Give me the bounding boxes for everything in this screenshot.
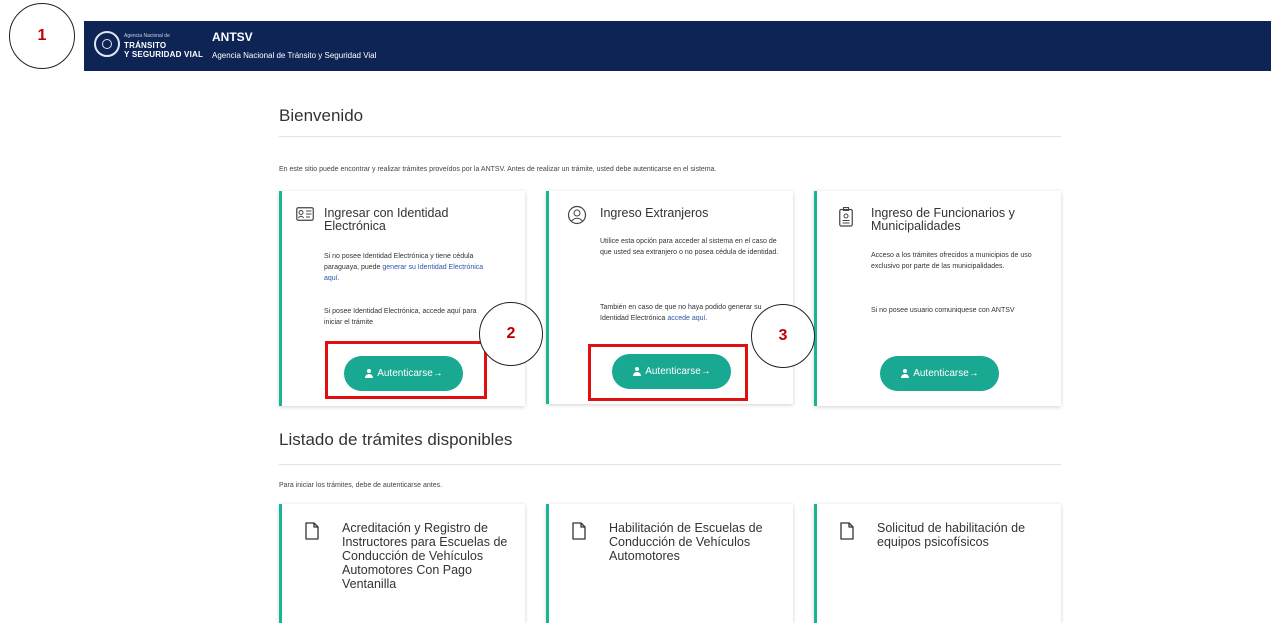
card-text-1: Si no posee Identidad Electrónica y tien… <box>324 251 496 284</box>
logo-line-1: TRÁNSITO <box>124 41 167 50</box>
user-icon <box>900 369 909 378</box>
badge-icon <box>839 207 853 227</box>
highlight-box-2 <box>325 341 487 399</box>
tramite-title: Acreditación y Registro de Instructores … <box>342 521 508 591</box>
authenticate-button-officials[interactable]: Autenticarse→ <box>880 356 999 391</box>
welcome-title: Bienvenido <box>279 106 364 125</box>
logo-small-text: Agencia Nacional de <box>124 33 170 39</box>
header-logo[interactable]: Agencia Nacional de TRÁNSITO Y SEGURIDAD… <box>124 32 203 59</box>
tramite-card-2[interactable]: Habilitación de Escuelas de Conducción d… <box>546 504 793 623</box>
welcome-intro: En este sitio puede encontrar y realizar… <box>279 166 717 173</box>
divider <box>279 136 1061 137</box>
card-text-1: Utilice esta opción para acceder al sist… <box>600 238 779 256</box>
card-title: Ingreso Extranjeros <box>600 206 709 220</box>
divider <box>279 464 1061 465</box>
tramite-title: Solicitud de habilitación de equipos psi… <box>877 521 1026 549</box>
card-text-1: Acceso a los trámites ofrecidos a munici… <box>871 252 1032 270</box>
tramite-title: Habilitación de Escuelas de Conducción d… <box>609 521 763 563</box>
tramite-card-1[interactable]: Acreditación y Registro de Instructores … <box>279 504 525 623</box>
seal-icon <box>94 31 120 57</box>
tramites-title: Listado de trámites disponibles <box>279 430 513 449</box>
id-card-icon <box>296 207 314 221</box>
header-subtitle: Agencia Nacional de Tránsito y Seguridad… <box>212 51 377 60</box>
card-text-2: Si no posee usuario comuniquese con ANTS… <box>871 307 1015 314</box>
header-bar: Agencia Nacional de TRÁNSITO Y SEGURIDAD… <box>84 21 1271 71</box>
card-text: . <box>705 315 708 322</box>
globe-user-icon <box>567 205 587 225</box>
card-text: . <box>337 275 340 282</box>
card-title: Ingresar con Identidad Electrónica <box>324 206 449 233</box>
callout-2: 2 <box>479 302 543 366</box>
callout-1: 1 <box>9 3 75 69</box>
button-label: Autenticarse→ <box>913 368 979 379</box>
card-text-2: Si posee Identidad Electrónica, accede a… <box>324 308 477 326</box>
tramite-card-3[interactable]: Solicitud de habilitación de equipos psi… <box>814 504 1061 623</box>
callout-3: 3 <box>751 304 815 368</box>
highlight-box-3 <box>588 344 748 401</box>
logo-line-2: Y SEGURIDAD VIAL <box>124 50 204 59</box>
document-icon <box>840 522 854 540</box>
document-icon <box>305 522 319 540</box>
card-title: Ingreso de Funcionarios y Municipalidade… <box>871 206 1015 233</box>
header-title: ANTSV <box>212 30 253 44</box>
tramites-intro: Para iniciar los trámites, debe de auten… <box>279 482 443 489</box>
login-card-officials: Ingreso de Funcionarios y Municipalidade… <box>814 191 1061 406</box>
document-icon <box>572 522 586 540</box>
access-here-link[interactable]: accede aquí <box>667 315 705 322</box>
